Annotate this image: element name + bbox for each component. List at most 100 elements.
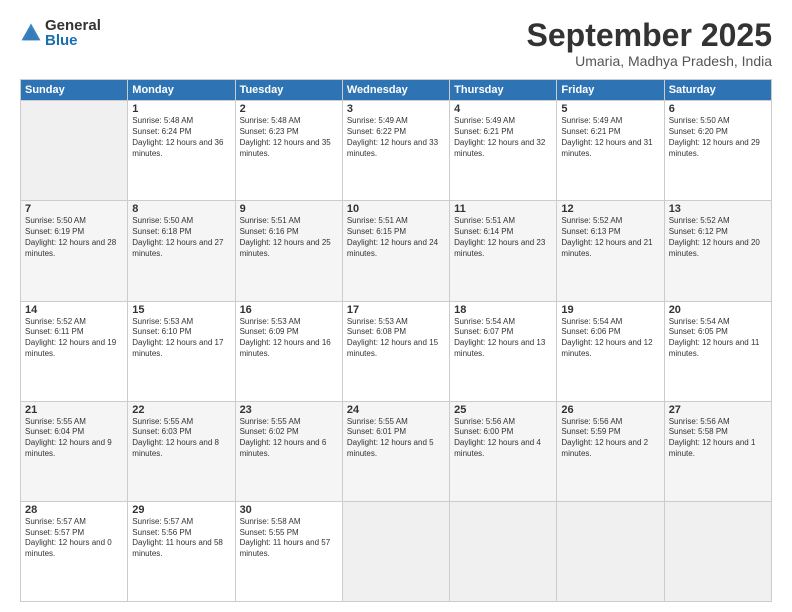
calendar-cell: 29Sunrise: 5:57 AMSunset: 5:56 PMDayligh… (128, 501, 235, 601)
day-number: 20 (669, 304, 767, 316)
calendar-cell: 25Sunrise: 5:56 AMSunset: 6:00 PMDayligh… (450, 401, 557, 501)
cell-info: Sunrise: 5:55 AMSunset: 6:03 PMDaylight:… (132, 417, 230, 460)
day-number: 15 (132, 304, 230, 316)
day-number: 17 (347, 304, 445, 316)
cell-info: Sunrise: 5:57 AMSunset: 5:57 PMDaylight:… (25, 517, 123, 560)
cell-info: Sunrise: 5:48 AMSunset: 6:24 PMDaylight:… (132, 116, 230, 159)
calendar-cell (557, 501, 664, 601)
logo-blue: Blue (45, 33, 101, 48)
day-number: 19 (561, 304, 659, 316)
cell-info: Sunrise: 5:56 AMSunset: 5:59 PMDaylight:… (561, 417, 659, 460)
day-number: 13 (669, 203, 767, 215)
calendar-cell: 30Sunrise: 5:58 AMSunset: 5:55 PMDayligh… (235, 501, 342, 601)
cell-info: Sunrise: 5:51 AMSunset: 6:14 PMDaylight:… (454, 216, 552, 259)
cell-info: Sunrise: 5:58 AMSunset: 5:55 PMDaylight:… (240, 517, 338, 560)
day-number: 24 (347, 404, 445, 416)
day-number: 23 (240, 404, 338, 416)
calendar-cell: 18Sunrise: 5:54 AMSunset: 6:07 PMDayligh… (450, 301, 557, 401)
calendar-header-row: SundayMondayTuesdayWednesdayThursdayFrid… (21, 80, 772, 101)
day-number: 28 (25, 504, 123, 516)
calendar-cell: 6Sunrise: 5:50 AMSunset: 6:20 PMDaylight… (664, 101, 771, 201)
header: General Blue September 2025 Umaria, Madh… (20, 18, 772, 69)
cell-info: Sunrise: 5:57 AMSunset: 5:56 PMDaylight:… (132, 517, 230, 560)
cell-info: Sunrise: 5:51 AMSunset: 6:15 PMDaylight:… (347, 216, 445, 259)
day-number: 4 (454, 103, 552, 115)
day-number: 27 (669, 404, 767, 416)
day-number: 29 (132, 504, 230, 516)
logo-icon (20, 22, 42, 44)
cell-info: Sunrise: 5:52 AMSunset: 6:11 PMDaylight:… (25, 317, 123, 360)
calendar-cell: 12Sunrise: 5:52 AMSunset: 6:13 PMDayligh… (557, 201, 664, 301)
calendar-cell: 20Sunrise: 5:54 AMSunset: 6:05 PMDayligh… (664, 301, 771, 401)
calendar-cell (664, 501, 771, 601)
calendar-cell (342, 501, 449, 601)
cell-info: Sunrise: 5:51 AMSunset: 6:16 PMDaylight:… (240, 216, 338, 259)
calendar-cell: 19Sunrise: 5:54 AMSunset: 6:06 PMDayligh… (557, 301, 664, 401)
weekday-header: Wednesday (342, 80, 449, 101)
calendar-cell: 28Sunrise: 5:57 AMSunset: 5:57 PMDayligh… (21, 501, 128, 601)
calendar-cell (450, 501, 557, 601)
cell-info: Sunrise: 5:54 AMSunset: 6:07 PMDaylight:… (454, 317, 552, 360)
cell-info: Sunrise: 5:54 AMSunset: 6:06 PMDaylight:… (561, 317, 659, 360)
day-number: 30 (240, 504, 338, 516)
cell-info: Sunrise: 5:53 AMSunset: 6:09 PMDaylight:… (240, 317, 338, 360)
calendar-cell: 17Sunrise: 5:53 AMSunset: 6:08 PMDayligh… (342, 301, 449, 401)
cell-info: Sunrise: 5:52 AMSunset: 6:13 PMDaylight:… (561, 216, 659, 259)
calendar-cell: 13Sunrise: 5:52 AMSunset: 6:12 PMDayligh… (664, 201, 771, 301)
day-number: 12 (561, 203, 659, 215)
day-number: 1 (132, 103, 230, 115)
calendar-cell: 1Sunrise: 5:48 AMSunset: 6:24 PMDaylight… (128, 101, 235, 201)
calendar-cell: 14Sunrise: 5:52 AMSunset: 6:11 PMDayligh… (21, 301, 128, 401)
calendar-cell: 3Sunrise: 5:49 AMSunset: 6:22 PMDaylight… (342, 101, 449, 201)
calendar-cell: 22Sunrise: 5:55 AMSunset: 6:03 PMDayligh… (128, 401, 235, 501)
calendar-week-row: 7Sunrise: 5:50 AMSunset: 6:19 PMDaylight… (21, 201, 772, 301)
day-number: 11 (454, 203, 552, 215)
calendar-cell: 2Sunrise: 5:48 AMSunset: 6:23 PMDaylight… (235, 101, 342, 201)
cell-info: Sunrise: 5:55 AMSunset: 6:04 PMDaylight:… (25, 417, 123, 460)
day-number: 25 (454, 404, 552, 416)
cell-info: Sunrise: 5:54 AMSunset: 6:05 PMDaylight:… (669, 317, 767, 360)
calendar-week-row: 1Sunrise: 5:48 AMSunset: 6:24 PMDaylight… (21, 101, 772, 201)
calendar: SundayMondayTuesdayWednesdayThursdayFrid… (20, 79, 772, 602)
calendar-cell: 16Sunrise: 5:53 AMSunset: 6:09 PMDayligh… (235, 301, 342, 401)
day-number: 26 (561, 404, 659, 416)
calendar-cell: 24Sunrise: 5:55 AMSunset: 6:01 PMDayligh… (342, 401, 449, 501)
day-number: 6 (669, 103, 767, 115)
title-block: September 2025 Umaria, Madhya Pradesh, I… (527, 18, 772, 69)
calendar-cell (21, 101, 128, 201)
day-number: 18 (454, 304, 552, 316)
calendar-cell: 11Sunrise: 5:51 AMSunset: 6:14 PMDayligh… (450, 201, 557, 301)
day-number: 14 (25, 304, 123, 316)
calendar-week-row: 21Sunrise: 5:55 AMSunset: 6:04 PMDayligh… (21, 401, 772, 501)
cell-info: Sunrise: 5:53 AMSunset: 6:10 PMDaylight:… (132, 317, 230, 360)
calendar-cell: 26Sunrise: 5:56 AMSunset: 5:59 PMDayligh… (557, 401, 664, 501)
logo-general: General (45, 18, 101, 33)
month-title: September 2025 (527, 18, 772, 53)
day-number: 22 (132, 404, 230, 416)
weekday-header: Tuesday (235, 80, 342, 101)
logo-text: General Blue (45, 18, 101, 48)
weekday-header: Friday (557, 80, 664, 101)
cell-info: Sunrise: 5:49 AMSunset: 6:22 PMDaylight:… (347, 116, 445, 159)
weekday-header: Sunday (21, 80, 128, 101)
calendar-cell: 15Sunrise: 5:53 AMSunset: 6:10 PMDayligh… (128, 301, 235, 401)
cell-info: Sunrise: 5:56 AMSunset: 5:58 PMDaylight:… (669, 417, 767, 460)
cell-info: Sunrise: 5:50 AMSunset: 6:20 PMDaylight:… (669, 116, 767, 159)
calendar-cell: 23Sunrise: 5:55 AMSunset: 6:02 PMDayligh… (235, 401, 342, 501)
day-number: 9 (240, 203, 338, 215)
calendar-cell: 10Sunrise: 5:51 AMSunset: 6:15 PMDayligh… (342, 201, 449, 301)
day-number: 2 (240, 103, 338, 115)
calendar-cell: 7Sunrise: 5:50 AMSunset: 6:19 PMDaylight… (21, 201, 128, 301)
cell-info: Sunrise: 5:49 AMSunset: 6:21 PMDaylight:… (454, 116, 552, 159)
weekday-header: Saturday (664, 80, 771, 101)
calendar-cell: 21Sunrise: 5:55 AMSunset: 6:04 PMDayligh… (21, 401, 128, 501)
cell-info: Sunrise: 5:56 AMSunset: 6:00 PMDaylight:… (454, 417, 552, 460)
calendar-cell: 27Sunrise: 5:56 AMSunset: 5:58 PMDayligh… (664, 401, 771, 501)
day-number: 5 (561, 103, 659, 115)
calendar-week-row: 28Sunrise: 5:57 AMSunset: 5:57 PMDayligh… (21, 501, 772, 601)
weekday-header: Thursday (450, 80, 557, 101)
calendar-cell: 8Sunrise: 5:50 AMSunset: 6:18 PMDaylight… (128, 201, 235, 301)
day-number: 21 (25, 404, 123, 416)
calendar-week-row: 14Sunrise: 5:52 AMSunset: 6:11 PMDayligh… (21, 301, 772, 401)
day-number: 16 (240, 304, 338, 316)
